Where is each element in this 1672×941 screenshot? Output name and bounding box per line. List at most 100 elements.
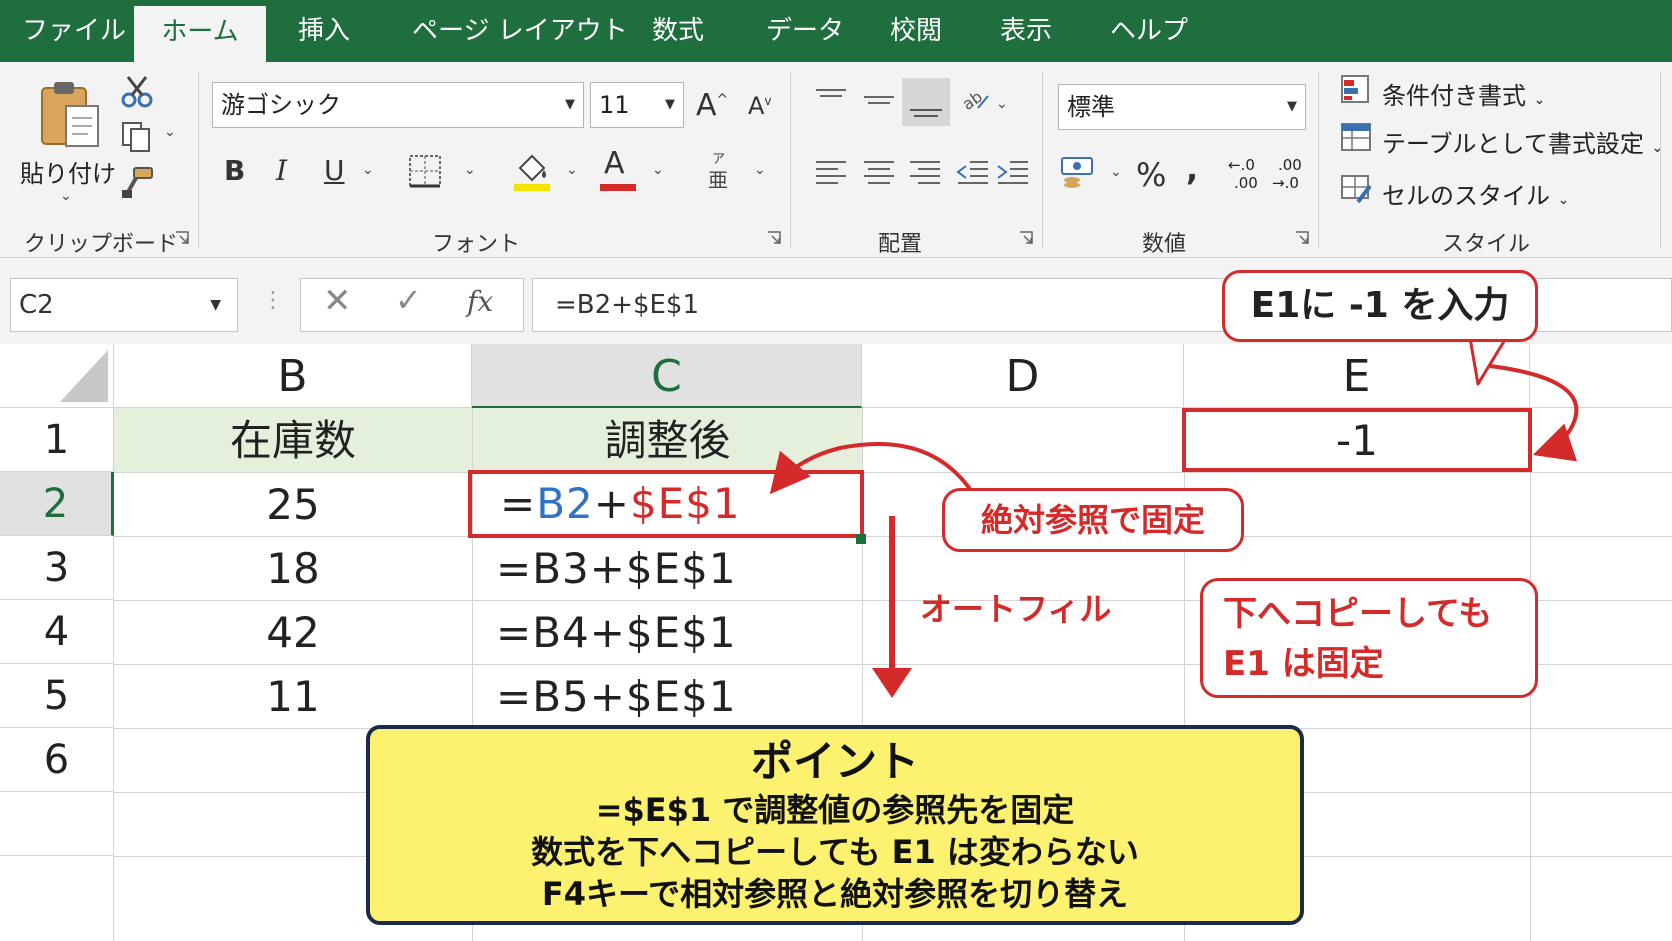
tab-data[interactable]: データ xyxy=(766,0,844,62)
borders-icon[interactable] xyxy=(408,154,442,192)
align-right-icon[interactable] xyxy=(908,158,942,192)
cell-styles-icon[interactable] xyxy=(1340,172,1374,210)
format-as-table-icon[interactable] xyxy=(1340,122,1374,160)
cell-b5[interactable]: 11 xyxy=(114,664,472,728)
fill-handle[interactable] xyxy=(856,534,866,544)
chevron-down-icon[interactable]: ⌄ xyxy=(996,96,1008,112)
row-header-1[interactable]: 1 xyxy=(0,408,114,472)
column-header-d[interactable]: D xyxy=(862,344,1184,408)
grow-font-button[interactable]: A^ xyxy=(696,88,728,123)
dialog-launcher-icon[interactable] xyxy=(174,230,190,246)
paste-button[interactable]: 貼り付け xyxy=(20,154,116,189)
select-all-corner[interactable] xyxy=(0,344,114,408)
column-header-e[interactable]: E xyxy=(1184,344,1530,408)
font-color-button[interactable]: A xyxy=(604,146,625,181)
column-header-b[interactable]: B xyxy=(114,344,472,408)
tab-review[interactable]: 校閲 xyxy=(890,0,942,62)
name-box[interactable]: C2 ▼ xyxy=(10,278,238,332)
row-header-7[interactable] xyxy=(0,792,114,856)
tab-file[interactable]: ファイル xyxy=(22,0,126,62)
format-painter-icon[interactable] xyxy=(120,166,154,204)
align-left-icon[interactable] xyxy=(814,158,848,192)
copy-icon[interactable] xyxy=(120,120,154,158)
point-line-1: =$E$1 で調整値の参照先を固定 xyxy=(595,791,1075,829)
tab-insert[interactable]: 挿入 xyxy=(298,0,350,62)
chevron-down-icon[interactable]: ⌄ xyxy=(1110,164,1122,180)
currency-format-icon[interactable] xyxy=(1060,154,1100,194)
paste-icon[interactable] xyxy=(36,76,102,156)
tab-home[interactable]: ホーム xyxy=(134,6,266,62)
row-header-6[interactable]: 6 xyxy=(0,728,114,792)
comma-button[interactable]: , xyxy=(1186,150,1198,188)
row-header-3[interactable]: 3 xyxy=(0,536,114,600)
insert-function-button[interactable]: fx xyxy=(467,285,493,318)
cancel-icon[interactable]: ✕ xyxy=(323,281,352,321)
enter-icon[interactable]: ✓ xyxy=(395,281,422,319)
bold-button[interactable]: B xyxy=(224,154,245,187)
conditional-format-button[interactable]: 条件付き書式 ⌄ xyxy=(1382,76,1545,111)
dialog-launcher-icon[interactable] xyxy=(1294,230,1310,246)
cell-b1[interactable]: 在庫数 xyxy=(114,408,472,472)
row-header-8[interactable] xyxy=(0,856,114,941)
increase-decimal-button[interactable]: ←.0.00 xyxy=(1228,156,1258,192)
font-name-select[interactable]: 游ゴシック ▼ xyxy=(212,82,584,128)
row-header-2[interactable]: 2 xyxy=(0,472,114,536)
row-header-4[interactable]: 4 xyxy=(0,600,114,664)
chevron-down-icon[interactable]: ⌄ xyxy=(60,188,72,204)
cell-b4[interactable]: 42 xyxy=(114,600,472,664)
chevron-down-icon[interactable]: ⌄ xyxy=(464,162,476,178)
chevron-down-icon[interactable]: ⌄ xyxy=(566,162,578,178)
group-label-number: 数値 xyxy=(1142,232,1187,257)
cell-c2[interactable]: =B2+$E$1 xyxy=(468,470,864,538)
chevron-down-icon: ▼ xyxy=(565,97,575,112)
cell-c3[interactable]: =B3+$E$1 xyxy=(496,536,856,600)
cell-c4[interactable]: =B4+$E$1 xyxy=(496,600,856,664)
svg-text:ab: ab xyxy=(959,87,986,114)
cell-c5[interactable]: =B5+$E$1 xyxy=(496,664,856,728)
chevron-down-icon[interactable]: ⌄ xyxy=(754,162,766,178)
cell-b3[interactable]: 18 xyxy=(114,536,472,600)
number-format-select[interactable]: 標準 ▼ xyxy=(1058,84,1306,130)
dialog-launcher-icon[interactable] xyxy=(1018,230,1034,246)
decrease-indent-icon[interactable] xyxy=(956,158,990,192)
underline-button[interactable]: U xyxy=(324,154,345,187)
align-center-icon[interactable] xyxy=(862,158,896,192)
row-header-5[interactable]: 5 xyxy=(0,664,114,728)
italic-button[interactable]: I xyxy=(276,154,287,187)
font-color-swatch xyxy=(600,184,636,191)
format-as-table-button[interactable]: テーブルとして書式設定 ⌄ xyxy=(1382,124,1663,159)
autofill-label: オートフィル xyxy=(920,590,1112,628)
shrink-font-button[interactable]: Av xyxy=(748,92,772,120)
point-line-2: 数式を下へコピーしても E1 は変わらない xyxy=(531,833,1139,871)
dialog-launcher-icon[interactable] xyxy=(766,230,782,246)
column-header-c[interactable]: C xyxy=(472,344,862,408)
tab-view[interactable]: 表示 xyxy=(1000,0,1052,62)
increase-indent-icon[interactable] xyxy=(996,158,1030,192)
percent-button[interactable]: % xyxy=(1136,156,1166,194)
tab-formulas[interactable]: 数式 xyxy=(652,0,704,62)
cell-styles-button[interactable]: セルのスタイル ⌄ xyxy=(1382,176,1569,211)
align-top-icon[interactable] xyxy=(814,84,848,118)
decrease-decimal-button[interactable]: .00 →.0 xyxy=(1272,156,1302,192)
cell-e1[interactable]: -1 xyxy=(1182,408,1532,472)
align-bottom-icon[interactable] xyxy=(902,78,950,126)
font-size-select[interactable]: 11 ▼ xyxy=(590,82,684,128)
orientation-icon[interactable]: ab xyxy=(958,84,992,118)
group-label-styles: スタイル xyxy=(1442,232,1531,257)
chevron-down-icon[interactable]: ⌄ xyxy=(652,162,664,178)
more-options-icon[interactable]: ⋮ xyxy=(262,288,284,313)
chevron-down-icon[interactable]: ⌄ xyxy=(164,124,176,140)
phonetic-guide-button[interactable]: 亜 xyxy=(708,164,728,193)
menu-bar: ファイル ホーム 挿入 ページ レイアウト 数式 データ 校閲 表示 ヘルプ xyxy=(0,0,1672,62)
scissors-icon[interactable] xyxy=(120,74,154,112)
tab-help[interactable]: ヘルプ xyxy=(1110,0,1188,62)
chevron-down-icon[interactable]: ⌄ xyxy=(362,162,374,178)
column-header-f[interactable] xyxy=(1530,344,1672,408)
align-middle-icon[interactable] xyxy=(862,84,896,118)
cell-b2[interactable]: 25 xyxy=(114,472,472,536)
tab-page-layout[interactable]: ページ レイアウト xyxy=(412,0,628,62)
fill-color-icon[interactable] xyxy=(514,150,550,196)
point-box: ポイント =$E$1 で調整値の参照先を固定 数式を下へコピーしても E1 は変… xyxy=(366,725,1304,925)
conditional-format-icon[interactable] xyxy=(1340,74,1374,112)
cell-c1[interactable]: 調整後 xyxy=(473,408,862,472)
